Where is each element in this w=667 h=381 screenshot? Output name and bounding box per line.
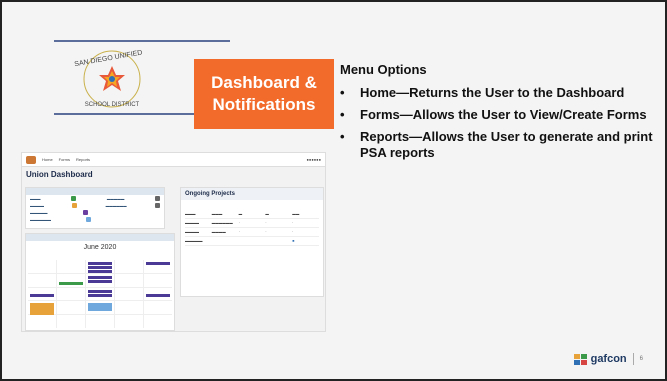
menu-heading: Menu Options [340,62,427,77]
list-item[interactable]: ▬▬▬▬▬▬ [26,216,164,223]
bullet-icon: • [340,129,345,144]
panel-header [26,188,164,195]
activities-panel: ▬▬▬ ▬▬▬▬▬ ▬▬▬▬ ▬▬▬▬▬▬ ▬▬▬▬▬ ▬▬▬▬▬▬ [25,187,165,229]
projects-table: ▬▬▬ ▬▬▬ ▬ ▬ ▬▬ ▬▬▬▬ ▬▬▬▬▬▬ · · · ▬▬▬▬ ▬▬▬▬ · · · ▬▬▬… [185,210,319,246]
divider [632,353,634,365]
menu-item-home: • Home—Returns the User to the Dashboard [340,85,656,101]
ongoing-projects-title: Ongoing Projects [181,188,323,200]
table-row[interactable]: ▬▬▬▬ ▬▬▬▬▬▬ · · · [185,219,319,228]
nav-forms[interactable]: Forms [59,157,70,162]
list-item[interactable]: ▬▬▬▬▬ [26,209,164,216]
dashboard-screenshot: Home Forms Reports ●●●●●● Union Dashboar… [21,152,326,332]
gafcon-mark-icon [573,353,587,365]
section-title-line1: Dashboard & [211,73,317,92]
calendar-panel: June 2020 [25,233,175,331]
menu-item-label: Forms—Allows the User to View/Create For… [360,107,647,122]
svg-text:SAN DIEGO UNIFIED: SAN DIEGO UNIFIED [74,49,143,68]
menu-item-label: Home—Returns the User to the Dashboard [360,85,625,100]
calendar-grid [28,260,172,328]
table-row[interactable]: ▬▬▬▬ ▬▬▬▬ · · · [185,228,319,237]
svg-text:SCHOOL DISTRICT: SCHOOL DISTRICT [85,102,140,108]
menu-item-forms: • Forms—Allows the User to View/Create Fo… [340,107,656,123]
section-title-box: Dashboard & Notifications [194,59,334,129]
gafcon-logo: gafcon 6 [573,353,643,365]
calendar-month: June 2020 [83,244,117,251]
user-menu[interactable]: ●●●●●● [307,157,322,162]
nav-home[interactable]: Home [42,157,53,162]
list-item[interactable]: ▬▬▬▬ ▬▬▬▬▬▬ [26,202,164,209]
table-row[interactable]: ▬▬▬▬▬ ■ [185,237,319,246]
logo-top-rule [54,40,230,42]
nav-reports[interactable]: Reports [76,157,90,162]
section-title-line2: Notifications [212,95,316,114]
menu-item-label: Reports—Allows the User to generate and … [360,129,653,160]
dashboard-header: Home Forms Reports ●●●●●● [22,153,325,167]
dashboard-title: Union Dashboard [26,170,93,179]
table-header-row: ▬▬▬ ▬▬▬ ▬ ▬ ▬▬ [185,210,319,219]
bullet-icon: • [340,85,345,100]
calendar-header [26,234,174,241]
list-item[interactable]: ▬▬▬ ▬▬▬▬▬ [26,195,164,202]
district-logo: SAN DIEGO UNIFIED SCHOOL DISTRICT [74,46,150,112]
menu-options: Menu Options • Home—Returns the User to t… [340,62,656,167]
brand-name: gafcon [590,353,627,365]
app-logo-icon [26,155,36,164]
menu-item-reports: • Reports—Allows the User to generate and… [340,129,656,161]
bullet-icon: • [340,107,345,122]
ongoing-projects-panel: Ongoing Projects ▬▬▬ ▬▬▬ ▬ ▬ ▬▬ ▬▬▬▬ ▬▬▬▬▬▬ · ·… [180,187,324,297]
page-number: 6 [639,356,643,362]
slide-frame: SAN DIEGO UNIFIED SCHOOL DISTRICT Dashbo… [0,0,667,381]
